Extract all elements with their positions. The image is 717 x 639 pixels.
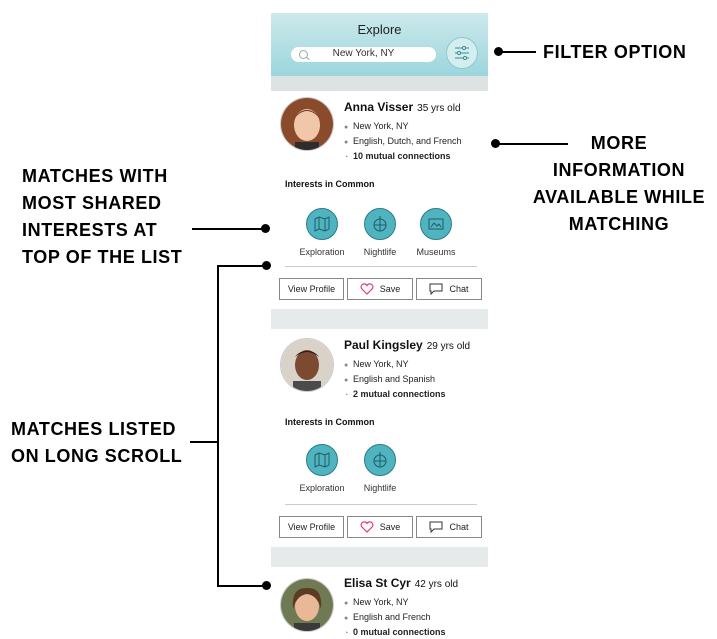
connector-line: [192, 228, 264, 230]
match-languages: ● English and French: [344, 612, 431, 622]
match-age: 29 yrs old: [426, 341, 471, 352]
search-value: New York, NY: [332, 48, 395, 59]
match-mutual-connections: ◔ 2 mutual connections: [344, 389, 446, 399]
interest-item[interactable]: Museums: [401, 208, 471, 257]
location-pin-icon: ●: [344, 124, 349, 131]
museum-icon: [420, 208, 452, 240]
people-icon: ◔: [344, 392, 349, 399]
avatar: [280, 97, 334, 151]
match-languages: ● English and Spanish: [344, 374, 436, 384]
connector-dot: [494, 47, 503, 56]
list-top-spacer: [271, 76, 488, 91]
heart-icon: [360, 283, 374, 295]
location-pin-icon: ●: [344, 362, 349, 369]
match-mutual-connections: ◔ 10 mutual connections: [344, 151, 451, 161]
divider: [285, 504, 477, 505]
globe-icon: ●: [344, 615, 349, 622]
connector-line: [190, 441, 219, 443]
filter-button[interactable]: [446, 37, 478, 69]
chat-button[interactable]: Chat: [416, 516, 482, 538]
people-icon: ◔: [344, 630, 349, 637]
match-location: ● New York, NY: [344, 121, 409, 131]
chat-bubble-icon: [429, 283, 443, 295]
match-card[interactable]: Elisa St Cyr 42 yrs old ● New York, NY ● En…: [271, 567, 488, 639]
connector-line: [498, 51, 536, 53]
annotation-more-info: MORE INFORMATION AVAILABLE WHILE MATCHIN…: [532, 133, 706, 234]
globe-icon: ●: [344, 139, 349, 146]
match-mutual-connections: ◔ 0 mutual connections: [344, 627, 446, 637]
connector-dot: [491, 139, 500, 148]
sliders-icon: [455, 45, 469, 61]
match-languages: ● English, Dutch, and French: [344, 136, 462, 146]
match-name[interactable]: Paul Kingsley 29 yrs old: [344, 338, 470, 352]
explore-header: Explore New York, NY: [271, 13, 488, 76]
disco-ball-icon: [364, 444, 396, 476]
location-pin-icon: ●: [344, 600, 349, 607]
annotation-filter-option: FILTER OPTION: [543, 42, 687, 62]
disco-ball-icon: [364, 208, 396, 240]
save-button[interactable]: Save: [347, 278, 413, 300]
save-button[interactable]: Save: [347, 516, 413, 538]
annotation-shared-interests: MATCHES WITH MOST SHARED INTERESTS AT TO…: [22, 166, 183, 267]
avatar: [280, 338, 334, 392]
chat-bubble-icon: [429, 521, 443, 533]
map-icon: [306, 444, 338, 476]
match-age: 35 yrs old: [417, 103, 461, 114]
location-search-input[interactable]: New York, NY: [291, 47, 436, 62]
connector-dot: [262, 261, 271, 270]
connector-line: [496, 143, 568, 145]
connector-line: [217, 265, 265, 267]
interest-label: Museums: [416, 247, 456, 257]
interest-item[interactable]: Nightlife: [345, 444, 415, 493]
match-card[interactable]: Paul Kingsley 29 yrs old ● New York, NY ● E…: [271, 329, 488, 547]
view-profile-button[interactable]: View Profile: [279, 278, 344, 300]
match-location: ● New York, NY: [344, 597, 409, 607]
heart-icon: [360, 521, 374, 533]
match-name[interactable]: Anna Visser 35 yrs old: [344, 100, 461, 114]
match-age: 42 yrs old: [414, 579, 459, 590]
view-profile-button[interactable]: View Profile: [279, 516, 344, 538]
divider: [285, 266, 477, 267]
avatar: [280, 578, 334, 632]
match-card[interactable]: Anna Visser 35 yrs old ● New York, NY ● Eng…: [271, 91, 488, 309]
match-location: ● New York, NY: [344, 359, 409, 369]
map-icon: [306, 208, 338, 240]
match-name[interactable]: Elisa St Cyr 42 yrs old: [344, 576, 458, 590]
interest-label: Nightlife: [363, 483, 397, 493]
connector-dot: [261, 224, 270, 233]
annotation-long-scroll: MATCHES LISTED ON LONG SCROLL: [11, 419, 183, 466]
interests-title: Interests in Common: [285, 179, 375, 189]
bracket-line: [217, 265, 219, 587]
globe-icon: ●: [344, 377, 349, 384]
chat-button[interactable]: Chat: [416, 278, 482, 300]
page-title: Explore: [357, 22, 402, 37]
connector-line: [217, 585, 265, 587]
people-icon: ◔: [344, 154, 349, 161]
phone-screen: Explore New York, NY Anna Visser 35 yrs …: [271, 13, 488, 639]
connector-dot: [262, 581, 271, 590]
interests-title: Interests in Common: [285, 417, 375, 427]
